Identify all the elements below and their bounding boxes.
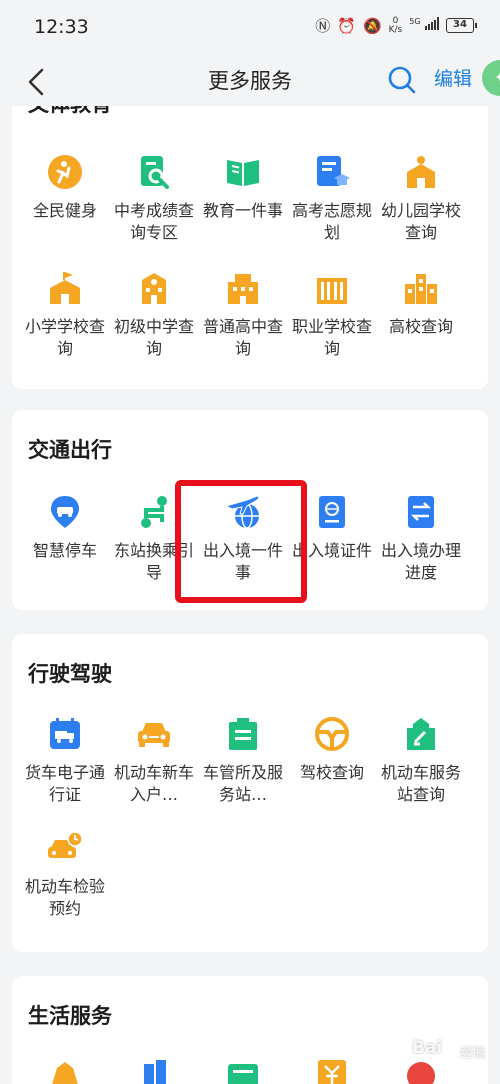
life-service-icon-2[interactable] (136, 1058, 172, 1084)
service-route-guide[interactable]: 东站换乘引导 (109, 494, 199, 584)
life-service-icon-3[interactable] (225, 1058, 261, 1084)
service-label: 机动车检验预约 (24, 877, 105, 918)
service-label: 出入境办理进度 (380, 541, 461, 582)
service-junior-school[interactable]: 初级中学查询 (109, 270, 199, 360)
service-label: 出入境一件事 (202, 541, 283, 582)
service-fitness[interactable]: 全民健身 (20, 154, 110, 222)
service-label: 幼儿园学校查询 (380, 201, 461, 242)
service-truck-pass[interactable]: 货车电子通行证 (20, 716, 110, 806)
service-primary-school[interactable]: 小学学校查询 (20, 270, 110, 360)
steering-wheel-icon (315, 717, 349, 751)
passport-icon (319, 496, 345, 528)
service-label: 初级中学查询 (113, 317, 194, 358)
junior-school-icon (142, 273, 166, 304)
service-university[interactable]: 高校查询 (376, 270, 466, 338)
page-title: 更多服务 (208, 69, 292, 93)
service-label: 车管所及服务站… (202, 763, 283, 804)
service-label: 高考志愿规划 (291, 201, 372, 242)
service-car-inspection[interactable]: 机动车检验预约 (20, 830, 110, 920)
net-speed-unit: K/s (388, 24, 403, 35)
service-label: 机动车服务站查询 (380, 763, 461, 804)
watermark-text: Bai (412, 1038, 443, 1058)
service-education[interactable]: 教育一件事 (198, 154, 288, 222)
service-vehicle-office[interactable]: 车管所及服务站… (198, 716, 288, 806)
edit-button[interactable]: 编辑 (434, 64, 472, 91)
status-bar: 12:33 Ⓝ ⏰ 🔕 0 K/s 5G 34 (0, 0, 500, 56)
section-card-education: 文体教育 全民健身 中考成绩查询专区 教育一件事 高考志愿规划 幼儿园学校查询 … (12, 106, 488, 389)
service-label: 机动车新车入户… (113, 763, 194, 804)
section-card-driving: 行驶驾驶 货车电子通行证 机动车新车入户… 车管所及服务站… 驾校查询 机动车服… (12, 634, 488, 952)
parking-location-icon (51, 496, 79, 528)
service-label: 全民健身 (32, 201, 97, 220)
section-card-transport: 交通出行 智慧停车 东站换乘引导 出入境一件事 出入境证件 出入境办理进度 (12, 410, 488, 610)
top-nav-bar: 更多服务 编辑 (0, 56, 500, 106)
paw-logo-icon (387, 1038, 405, 1059)
net-speed: 0 K/s (388, 16, 403, 35)
mute-icon: 🔕 (362, 16, 382, 35)
service-label: 教育一件事 (202, 201, 283, 220)
kindergarten-icon (407, 156, 435, 188)
service-exam-score[interactable]: 中考成绩查询专区 (109, 154, 199, 244)
services-scroll-area[interactable]: 文体教育 全民健身 中考成绩查询专区 教育一件事 高考志愿规划 幼儿园学校查询 … (0, 106, 500, 1084)
high-school-icon (228, 274, 258, 304)
service-label: 普通高中查询 (202, 317, 283, 358)
service-label: 出入境证件 (291, 541, 372, 560)
watermark: Bai 经验 (382, 1028, 492, 1068)
section-title: 行驶驾驶 (28, 662, 112, 686)
university-icon (405, 274, 437, 304)
alarm-icon: ⏰ (337, 16, 356, 35)
car-inspection-icon (48, 831, 83, 858)
new-car-icon (138, 723, 170, 747)
vehicle-office-icon (229, 718, 257, 750)
service-vocational-school[interactable]: 职业学校查询 (287, 270, 377, 360)
service-label: 高校查询 (388, 317, 453, 336)
life-service-icon-4[interactable] (314, 1058, 350, 1084)
section-title: 文体教育 (28, 106, 112, 118)
service-label: 中考成绩查询专区 (113, 201, 194, 242)
service-new-car[interactable]: 机动车新车入户… (109, 716, 199, 806)
service-label: 小学学校查询 (24, 317, 105, 358)
network-type: 5G (409, 17, 421, 26)
service-high-school[interactable]: 普通高中查询 (198, 270, 288, 360)
service-label: 智慧停车 (32, 541, 97, 560)
service-passport[interactable]: 出入境证件 (287, 494, 377, 562)
education-book-icon (227, 160, 259, 186)
transfer-progress-icon (408, 496, 434, 528)
exam-score-search-icon (141, 156, 169, 189)
status-time: 12:33 (34, 16, 89, 38)
airplane-globe-icon (225, 495, 260, 529)
truck-pass-icon (50, 718, 80, 749)
service-vehicle-service-station[interactable]: 机动车服务站查询 (376, 716, 466, 806)
vocational-school-icon (317, 278, 347, 304)
service-parking[interactable]: 智慧停车 (20, 494, 110, 562)
service-kindergarten[interactable]: 幼儿园学校查询 (376, 154, 466, 244)
college-plan-icon (317, 156, 350, 186)
signal-icon: 5G (409, 17, 439, 34)
route-guide-icon (141, 496, 167, 528)
service-exit-entry[interactable]: 出入境一件事 (198, 494, 288, 584)
search-icon (388, 66, 416, 94)
fitness-icon (48, 155, 82, 189)
nfc-icon: Ⓝ (315, 17, 331, 35)
service-college-plan[interactable]: 高考志愿规划 (287, 154, 377, 244)
search-button[interactable] (384, 62, 420, 98)
service-label: 驾校查询 (299, 763, 364, 782)
primary-school-icon (50, 272, 80, 304)
service-label: 职业学校查询 (291, 317, 372, 358)
service-label: 东站换乘引导 (113, 541, 194, 582)
section-title: 交通出行 (28, 438, 112, 462)
life-service-icon-1[interactable] (47, 1058, 83, 1084)
service-label: 货车电子通行证 (24, 763, 105, 804)
assistant-icon: ✦ (494, 70, 500, 86)
battery-icon: 34 (446, 18, 477, 33)
watermark-sub: 经验 (460, 1046, 487, 1061)
service-exit-entry-progress[interactable]: 出入境办理进度 (376, 494, 466, 584)
status-icons: Ⓝ ⏰ 🔕 0 K/s 5G 34 (315, 15, 477, 36)
section-title: 生活服务 (28, 1004, 112, 1028)
vehicle-service-icon (407, 718, 435, 750)
service-driving-school[interactable]: 驾校查询 (287, 716, 377, 784)
